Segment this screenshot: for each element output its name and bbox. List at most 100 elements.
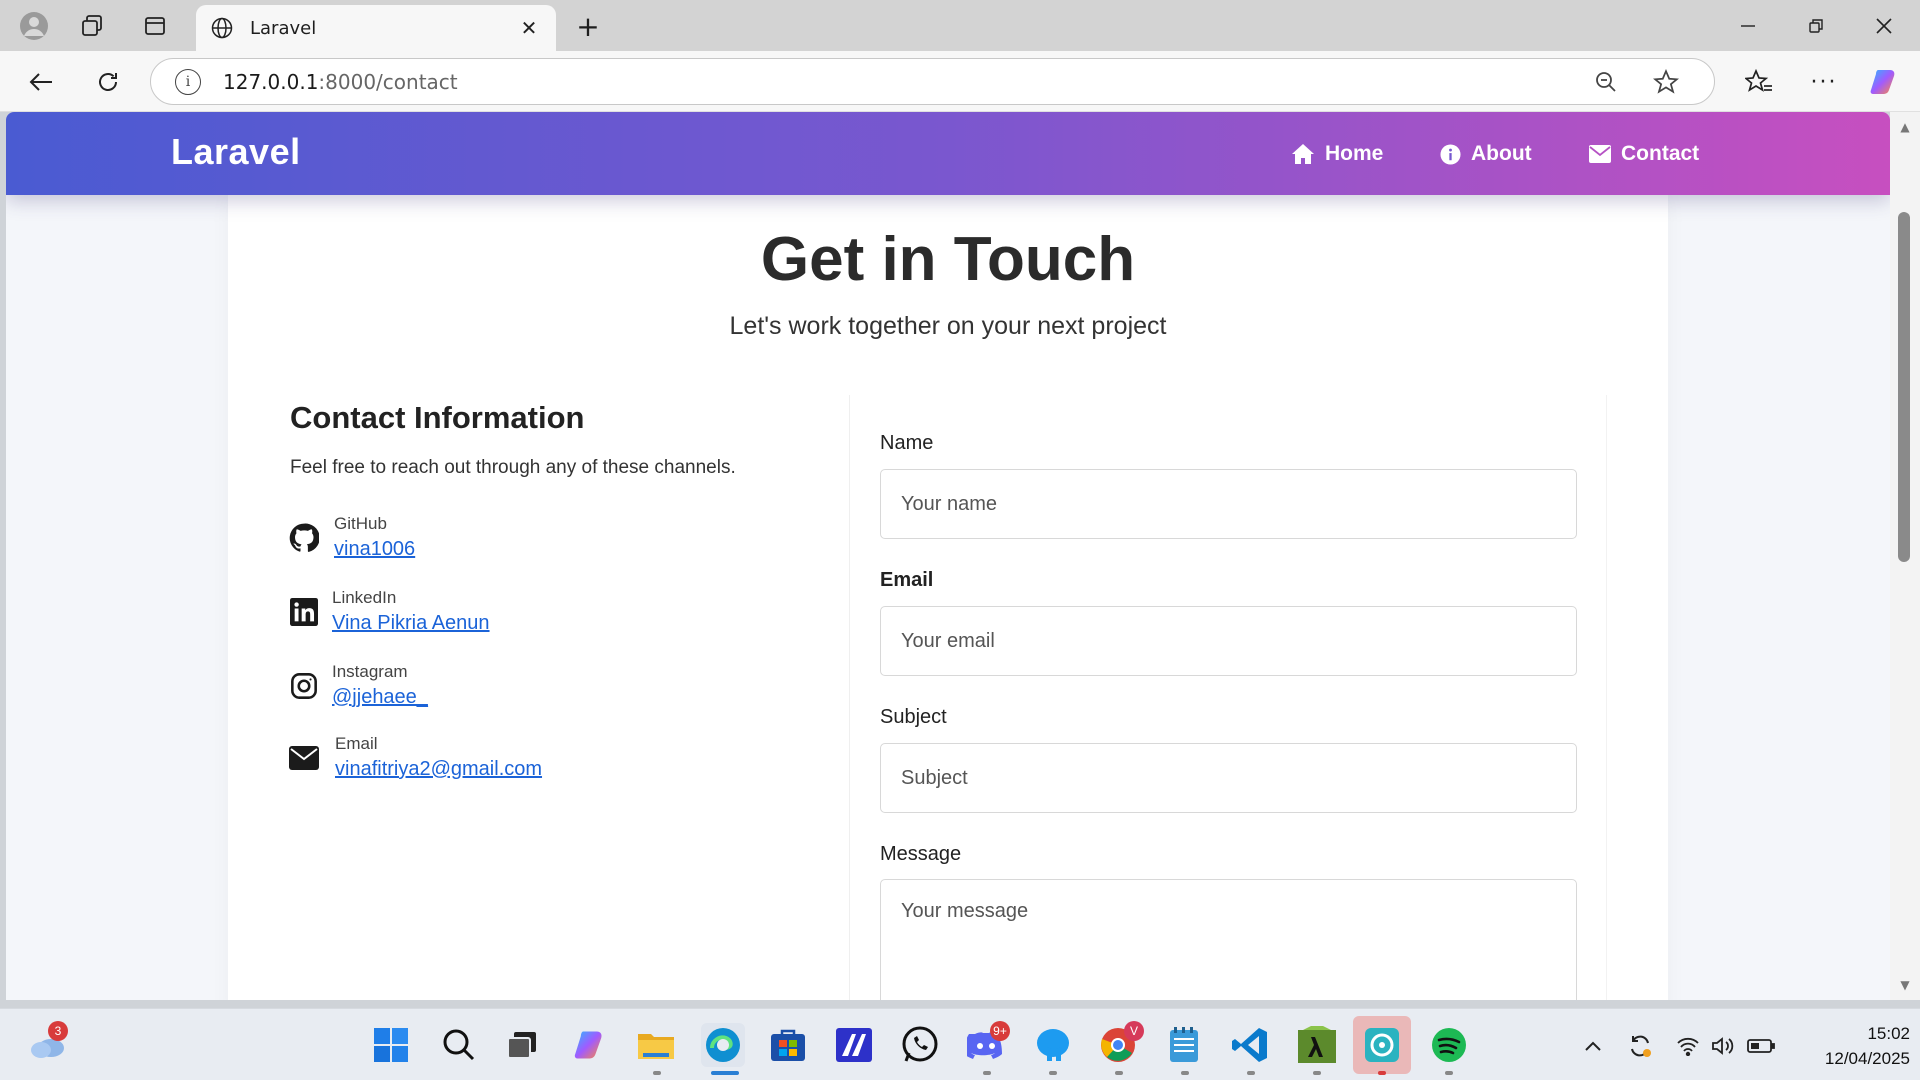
discord-running-indicator <box>983 1071 991 1075</box>
zoom-out-icon[interactable] <box>1591 67 1621 97</box>
back-icon[interactable] <box>20 61 62 103</box>
wifi-icon[interactable] <box>1673 1031 1703 1061</box>
whatsapp-icon[interactable] <box>898 1023 942 1067</box>
contact-item-linkedin: LinkedIn Vina Pikria Aenun <box>288 587 490 637</box>
favorite-star-icon[interactable] <box>1651 67 1681 97</box>
copilot-icon[interactable] <box>1864 61 1906 103</box>
copilot-app-icon[interactable] <box>569 1023 613 1067</box>
url-host: 127.0.0.1 <box>223 69 319 94</box>
page-viewport: Laravel Home About Contact Get in Touch … <box>6 112 1890 1000</box>
envelope-icon <box>288 742 320 774</box>
elephant-running-indicator <box>1049 1071 1057 1075</box>
email-input[interactable] <box>880 606 1577 676</box>
nav-contact-link[interactable]: Contact <box>1589 140 1699 168</box>
address-bar[interactable]: i 127.0.0.1:8000/contact <box>150 58 1715 105</box>
spotify-running-indicator <box>1445 1071 1453 1075</box>
recording-running-indicator <box>1378 1071 1386 1075</box>
contact-item-github: GitHub vina1006 <box>288 513 415 563</box>
nav-home-link[interactable]: Home <box>1291 140 1383 168</box>
clock-time: 15:02 <box>1867 1024 1910 1043</box>
instagram-label: Instagram <box>332 662 408 681</box>
browser-tab-active[interactable]: Laravel ✕ <box>196 5 556 51</box>
windows-taskbar: 3 9+ V 15:02 12/04/2025 <box>0 1008 1920 1080</box>
system-clock[interactable]: 15:02 12/04/2025 <box>1790 1021 1910 1071</box>
name-input[interactable] <box>880 469 1577 539</box>
tab-actions-icon[interactable] <box>135 6 175 46</box>
vscode-icon[interactable] <box>1228 1023 1272 1067</box>
restore-icon[interactable] <box>1782 0 1850 51</box>
file-explorer-icon[interactable] <box>634 1023 678 1067</box>
page-scrollbar[interactable]: ▲ ▼ <box>1890 112 1920 1000</box>
contact-info-description: Feel free to reach out through any of th… <box>290 457 736 478</box>
elephant-app-icon[interactable] <box>1031 1023 1075 1067</box>
favorites-icon[interactable] <box>1738 61 1780 103</box>
nav-home-label: Home <box>1325 142 1384 165</box>
home-icon <box>1292 144 1314 164</box>
minimize-icon[interactable] <box>1714 0 1782 51</box>
chrome-profile-badge: V <box>1124 1021 1144 1041</box>
nav-about-label: About <box>1471 142 1532 165</box>
nav-about-link[interactable]: About <box>1440 140 1532 168</box>
notepad-icon[interactable] <box>1162 1023 1206 1067</box>
battery-icon[interactable] <box>1746 1031 1776 1061</box>
linkedin-link[interactable]: Vina Pikria Aenun <box>332 612 490 634</box>
vscode-running-indicator <box>1247 1071 1255 1075</box>
site-info-icon[interactable]: i <box>175 68 201 95</box>
url-path: :8000/contact <box>318 69 458 94</box>
search-icon[interactable] <box>437 1023 481 1067</box>
instagram-icon <box>288 670 320 702</box>
github-icon <box>288 522 320 554</box>
notepad-running-indicator <box>1181 1071 1189 1075</box>
visual-studio-app-icon[interactable] <box>832 1023 876 1067</box>
lambda-running-indicator <box>1313 1071 1321 1075</box>
browser-toolbar: i 127.0.0.1:8000/contact ··· <box>0 51 1920 112</box>
sync-icon[interactable] <box>1625 1031 1655 1061</box>
contact-item-email: Email vinafitriya2@gmail.com <box>288 733 542 783</box>
explorer-running-indicator <box>653 1071 661 1075</box>
github-label: GitHub <box>334 514 387 533</box>
site-navbar: Laravel Home About Contact <box>6 112 1890 195</box>
email-link[interactable]: vinafitriya2@gmail.com <box>335 758 542 780</box>
more-menu-icon[interactable]: ··· <box>1803 61 1845 103</box>
chrome-running-indicator <box>1115 1071 1123 1075</box>
close-tab-icon[interactable]: ✕ <box>516 15 542 41</box>
column-divider <box>849 395 850 1000</box>
spotify-icon[interactable] <box>1427 1023 1471 1067</box>
tab-title: Laravel <box>250 17 317 39</box>
contact-info-heading: Contact Information <box>290 400 585 435</box>
weather-badge: 3 <box>48 1021 68 1041</box>
new-tab-icon[interactable]: + <box>568 6 608 46</box>
nav-contact-label: Contact <box>1621 142 1700 165</box>
chevron-up-icon[interactable] <box>1578 1031 1608 1061</box>
browser-tab-strip: Laravel ✕ + <box>0 0 1920 51</box>
url-text[interactable]: 127.0.0.1:8000/contact <box>223 70 458 94</box>
microsoft-store-icon[interactable] <box>766 1023 810 1067</box>
workspaces-icon[interactable] <box>72 6 112 46</box>
globe-icon <box>210 16 234 40</box>
lambda-app-icon[interactable] <box>1295 1023 1339 1067</box>
clock-date: 12/04/2025 <box>1824 1049 1910 1068</box>
instagram-link[interactable]: @jjehaee_ <box>332 686 428 708</box>
message-textarea[interactable] <box>880 879 1577 1000</box>
page-title: Get in Touch <box>760 225 1136 294</box>
windows-start-icon[interactable] <box>369 1023 413 1067</box>
name-field-label: Name <box>880 432 934 454</box>
message-field-label: Message <box>880 843 962 865</box>
recording-app-icon[interactable] <box>1353 1016 1411 1074</box>
volume-icon[interactable] <box>1708 1031 1738 1061</box>
github-link[interactable]: vina1006 <box>334 538 415 560</box>
scroll-down-icon[interactable]: ▼ <box>1898 978 1912 992</box>
brand-logo[interactable]: Laravel <box>171 131 301 173</box>
scroll-thumb[interactable] <box>1898 212 1910 562</box>
contact-card: Get in Touch Let's work together on your… <box>228 195 1668 1000</box>
close-window-icon[interactable] <box>1850 0 1918 51</box>
task-view-icon[interactable] <box>500 1023 544 1067</box>
subject-field-label: Subject <box>880 706 947 728</box>
scroll-up-icon[interactable]: ▲ <box>1898 120 1912 134</box>
email-label: Email <box>335 734 378 753</box>
edge-icon[interactable] <box>701 1023 745 1067</box>
subject-input[interactable] <box>880 743 1577 813</box>
refresh-icon[interactable] <box>87 61 129 103</box>
profile-icon[interactable] <box>14 6 54 46</box>
contact-item-instagram: Instagram @jjehaee_ <box>288 661 428 711</box>
